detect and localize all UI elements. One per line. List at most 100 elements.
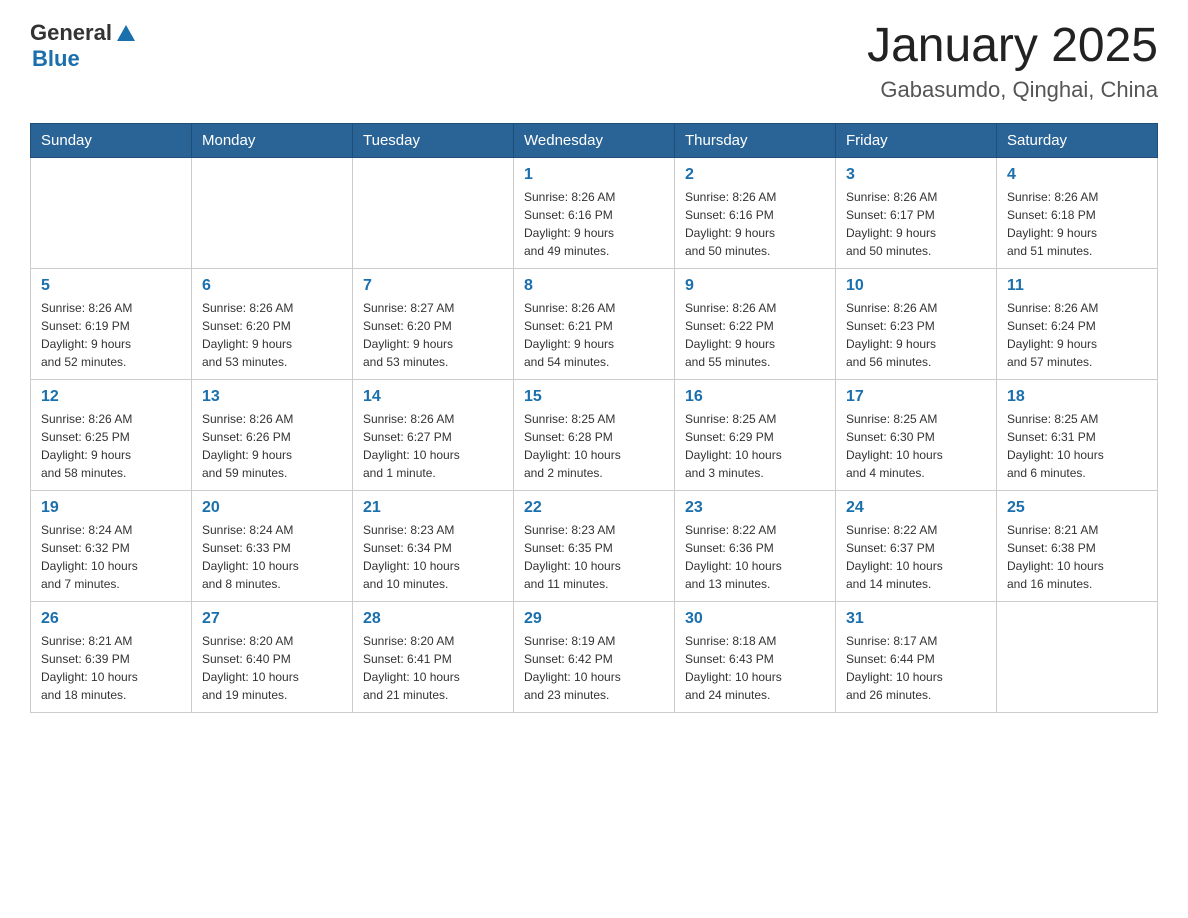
calendar-cell: 11 Sunrise: 8:26 AMSunset: 6:24 PMDayligh…	[997, 268, 1158, 379]
calendar-body: 1Sunrise: 8:26 AMSunset: 6:16 PMDaylight…	[31, 157, 1158, 712]
day-number: 24	[846, 499, 986, 517]
day-number: 5	[41, 277, 181, 295]
calendar-cell: 3Sunrise: 8:26 AMSunset: 6:17 PMDaylight…	[836, 157, 997, 268]
calendar-cell: 18 Sunrise: 8:25 AMSunset: 6:31 PMDayligh…	[997, 379, 1158, 490]
day-info: Sunrise: 8:26 AMSunset: 6:27 PMDaylight:…	[363, 410, 503, 482]
page-header: General Blue January 2025 Gabasumdo, Qin…	[30, 20, 1158, 103]
calendar-cell: 10Sunrise: 8:26 AMSunset: 6:23 PMDayligh…	[836, 268, 997, 379]
day-info: Sunrise: 8:23 AMSunset: 6:34 PMDaylight:…	[363, 521, 503, 593]
calendar-subtitle: Gabasumdo, Qinghai, China	[867, 77, 1158, 103]
calendar-cell: 17 Sunrise: 8:25 AMSunset: 6:30 PMDayligh…	[836, 379, 997, 490]
calendar-cell: 4 Sunrise: 8:26 AMSunset: 6:18 PMDaylight…	[997, 157, 1158, 268]
day-number: 31	[846, 610, 986, 628]
day-info: Sunrise: 8:26 AMSunset: 6:16 PMDaylight:…	[685, 188, 825, 260]
calendar-cell: 2 Sunrise: 8:26 AMSunset: 6:16 PMDaylight…	[675, 157, 836, 268]
day-number: 26	[41, 610, 181, 628]
day-info: Sunrise: 8:25 AMSunset: 6:28 PMDaylight:…	[524, 410, 664, 482]
column-header-tuesday: Tuesday	[353, 123, 514, 157]
calendar-cell: 21 Sunrise: 8:23 AMSunset: 6:34 PMDayligh…	[353, 490, 514, 601]
day-number: 2	[685, 166, 825, 184]
day-info: Sunrise: 8:19 AMSunset: 6:42 PMDaylight:…	[524, 632, 664, 704]
calendar-cell: 24Sunrise: 8:22 AMSunset: 6:37 PMDayligh…	[836, 490, 997, 601]
column-header-saturday: Saturday	[997, 123, 1158, 157]
day-number: 8	[524, 277, 664, 295]
calendar-cell: 15Sunrise: 8:25 AMSunset: 6:28 PMDayligh…	[514, 379, 675, 490]
day-number: 20	[202, 499, 342, 517]
day-number: 22	[524, 499, 664, 517]
day-number: 11	[1007, 277, 1147, 295]
day-number: 13	[202, 388, 342, 406]
day-info: Sunrise: 8:26 AMSunset: 6:18 PMDaylight:…	[1007, 188, 1147, 260]
day-number: 9	[685, 277, 825, 295]
logo-general-text: General	[30, 20, 112, 46]
day-info: Sunrise: 8:26 AMSunset: 6:20 PMDaylight:…	[202, 299, 342, 371]
column-header-monday: Monday	[192, 123, 353, 157]
day-info: Sunrise: 8:24 AMSunset: 6:33 PMDaylight:…	[202, 521, 342, 593]
header-row: SundayMondayTuesdayWednesdayThursdayFrid…	[31, 123, 1158, 157]
calendar-cell: 20 Sunrise: 8:24 AMSunset: 6:33 PMDayligh…	[192, 490, 353, 601]
day-info: Sunrise: 8:18 AMSunset: 6:43 PMDaylight:…	[685, 632, 825, 704]
day-number: 28	[363, 610, 503, 628]
day-number: 6	[202, 277, 342, 295]
day-number: 10	[846, 277, 986, 295]
calendar-cell	[997, 601, 1158, 712]
day-info: Sunrise: 8:20 AMSunset: 6:41 PMDaylight:…	[363, 632, 503, 704]
day-number: 25	[1007, 499, 1147, 517]
title-block: January 2025 Gabasumdo, Qinghai, China	[867, 20, 1158, 103]
column-header-sunday: Sunday	[31, 123, 192, 157]
day-info: Sunrise: 8:27 AMSunset: 6:20 PMDaylight:…	[363, 299, 503, 371]
calendar-cell: 7 Sunrise: 8:27 AMSunset: 6:20 PMDaylight…	[353, 268, 514, 379]
day-info: Sunrise: 8:23 AMSunset: 6:35 PMDaylight:…	[524, 521, 664, 593]
day-number: 17	[846, 388, 986, 406]
calendar-cell: 30 Sunrise: 8:18 AMSunset: 6:43 PMDayligh…	[675, 601, 836, 712]
day-info: Sunrise: 8:17 AMSunset: 6:44 PMDaylight:…	[846, 632, 986, 704]
day-info: Sunrise: 8:26 AMSunset: 6:16 PMDaylight:…	[524, 188, 664, 260]
calendar-cell: 22 Sunrise: 8:23 AMSunset: 6:35 PMDayligh…	[514, 490, 675, 601]
day-number: 3	[846, 166, 986, 184]
calendar-cell: 8Sunrise: 8:26 AMSunset: 6:21 PMDaylight…	[514, 268, 675, 379]
day-number: 21	[363, 499, 503, 517]
column-header-thursday: Thursday	[675, 123, 836, 157]
day-info: Sunrise: 8:25 AMSunset: 6:31 PMDaylight:…	[1007, 410, 1147, 482]
day-number: 18	[1007, 388, 1147, 406]
logo-triangle-icon	[115, 23, 137, 45]
day-info: Sunrise: 8:20 AMSunset: 6:40 PMDaylight:…	[202, 632, 342, 704]
calendar-title: January 2025	[867, 20, 1158, 73]
calendar-week-4: 19Sunrise: 8:24 AMSunset: 6:32 PMDayligh…	[31, 490, 1158, 601]
calendar-cell: 31 Sunrise: 8:17 AMSunset: 6:44 PMDayligh…	[836, 601, 997, 712]
day-number: 12	[41, 388, 181, 406]
day-number: 16	[685, 388, 825, 406]
calendar-cell: 5 Sunrise: 8:26 AMSunset: 6:19 PMDaylight…	[31, 268, 192, 379]
calendar-cell: 29Sunrise: 8:19 AMSunset: 6:42 PMDayligh…	[514, 601, 675, 712]
day-number: 30	[685, 610, 825, 628]
day-info: Sunrise: 8:26 AMSunset: 6:25 PMDaylight:…	[41, 410, 181, 482]
logo-blue-text: Blue	[32, 46, 80, 71]
day-number: 7	[363, 277, 503, 295]
day-info: Sunrise: 8:25 AMSunset: 6:30 PMDaylight:…	[846, 410, 986, 482]
column-header-friday: Friday	[836, 123, 997, 157]
day-info: Sunrise: 8:26 AMSunset: 6:22 PMDaylight:…	[685, 299, 825, 371]
day-number: 19	[41, 499, 181, 517]
calendar-cell: 16 Sunrise: 8:25 AMSunset: 6:29 PMDayligh…	[675, 379, 836, 490]
day-info: Sunrise: 8:21 AMSunset: 6:38 PMDaylight:…	[1007, 521, 1147, 593]
day-info: Sunrise: 8:26 AMSunset: 6:24 PMDaylight:…	[1007, 299, 1147, 371]
column-header-wednesday: Wednesday	[514, 123, 675, 157]
day-info: Sunrise: 8:21 AMSunset: 6:39 PMDaylight:…	[41, 632, 181, 704]
logo: General Blue	[30, 20, 137, 72]
day-number: 4	[1007, 166, 1147, 184]
calendar-cell: 26 Sunrise: 8:21 AMSunset: 6:39 PMDayligh…	[31, 601, 192, 712]
calendar-cell: 6 Sunrise: 8:26 AMSunset: 6:20 PMDaylight…	[192, 268, 353, 379]
calendar-week-3: 12 Sunrise: 8:26 AMSunset: 6:25 PMDayligh…	[31, 379, 1158, 490]
calendar-cell	[353, 157, 514, 268]
day-info: Sunrise: 8:26 AMSunset: 6:19 PMDaylight:…	[41, 299, 181, 371]
calendar-cell: 14Sunrise: 8:26 AMSunset: 6:27 PMDayligh…	[353, 379, 514, 490]
day-number: 27	[202, 610, 342, 628]
calendar-cell: 12 Sunrise: 8:26 AMSunset: 6:25 PMDayligh…	[31, 379, 192, 490]
calendar-header: SundayMondayTuesdayWednesdayThursdayFrid…	[31, 123, 1158, 157]
calendar-week-1: 1Sunrise: 8:26 AMSunset: 6:16 PMDaylight…	[31, 157, 1158, 268]
calendar-cell: 27 Sunrise: 8:20 AMSunset: 6:40 PMDayligh…	[192, 601, 353, 712]
calendar-cell: 19Sunrise: 8:24 AMSunset: 6:32 PMDayligh…	[31, 490, 192, 601]
calendar-cell: 23Sunrise: 8:22 AMSunset: 6:36 PMDayligh…	[675, 490, 836, 601]
day-info: Sunrise: 8:25 AMSunset: 6:29 PMDaylight:…	[685, 410, 825, 482]
calendar-cell: 25 Sunrise: 8:21 AMSunset: 6:38 PMDayligh…	[997, 490, 1158, 601]
